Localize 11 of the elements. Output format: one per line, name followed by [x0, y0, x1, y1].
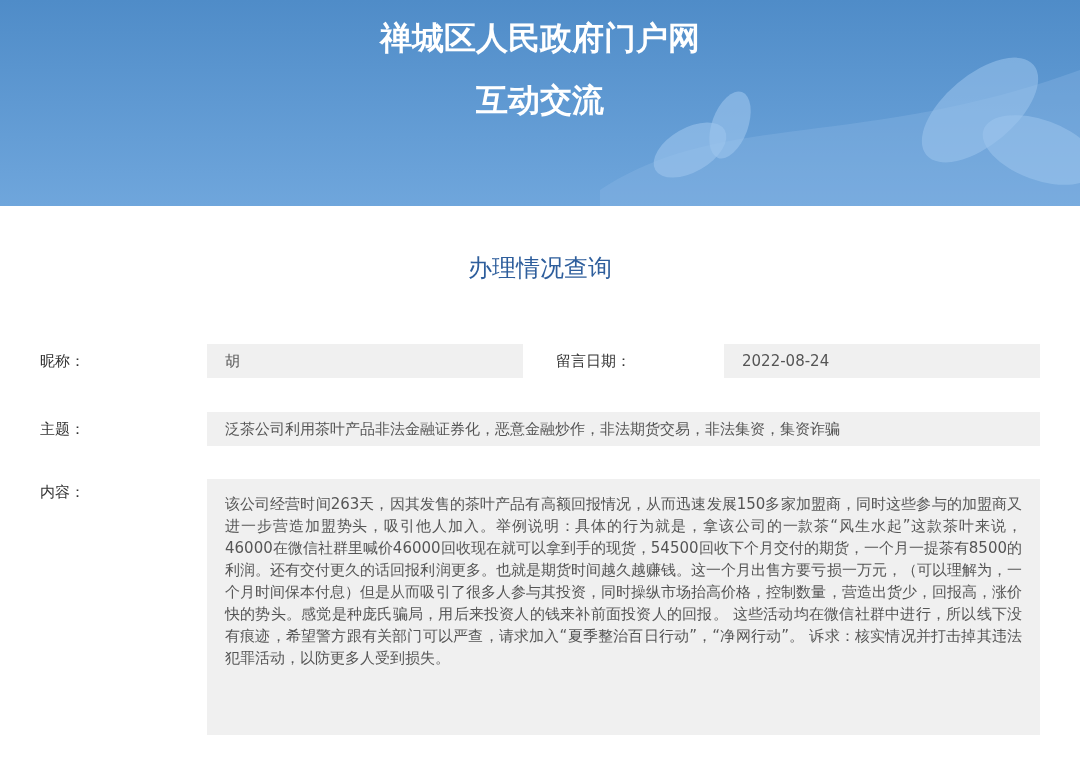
- field-value: 胡: [207, 344, 523, 378]
- page-title: 互动交流: [476, 80, 604, 121]
- field-value: 该公司经营时间263天，因其发售的茶叶产品有高额回报情况，从而迅速发展150多家加盟商，同时这些参与的加盟商又进一步营造加盟势头，吸引他人加入。举例说明：具体的行为就是，拿该公司的一款茶“风生水起”这款茶叶来说，46000在微信社群里喊价46000回收现在就可以拿到手的现货，54500回收下个月交付的期货，一个月一提茶有8500的利润。还有交付更久的话回报利润更多。也就是期货时间越久越赚钱。这一个月出售方要亏损一万元，（可以理解为，一个月时间保本付息）但是从而吸引了很多人参与其投资，同时操纵市场抬高价格，控制数量，营造出货少，回报高，涨价快的势头。感觉是种庞氏骗局，用后来投资人的钱来补前面投资人的回报。 这些活动均在微信社群中进行，所以线下没有痕迹，希望警方跟有关部门可以严查，请求加入“夏季整治百日行动”，“净网行动”。 诉求：核实情况并打击掉其违法犯罪活动，以防更多人受到损失。: [207, 479, 1040, 735]
- site-title: 禅城区人民政府门户网: [380, 18, 700, 59]
- field-label: 昵称：: [40, 352, 85, 370]
- field-value: 2022-08-24: [724, 344, 1040, 378]
- field-label: 内容：: [40, 483, 85, 501]
- field-value: 泛茶公司利用茶叶产品非法金融证券化，恶意金融炒作，非法期货交易，非法集资，集资诈骗: [207, 412, 1040, 446]
- field-label: 主题：: [40, 420, 85, 438]
- field-label: 留言日期：: [556, 352, 631, 370]
- section-title: 办理情况查询: [468, 253, 612, 284]
